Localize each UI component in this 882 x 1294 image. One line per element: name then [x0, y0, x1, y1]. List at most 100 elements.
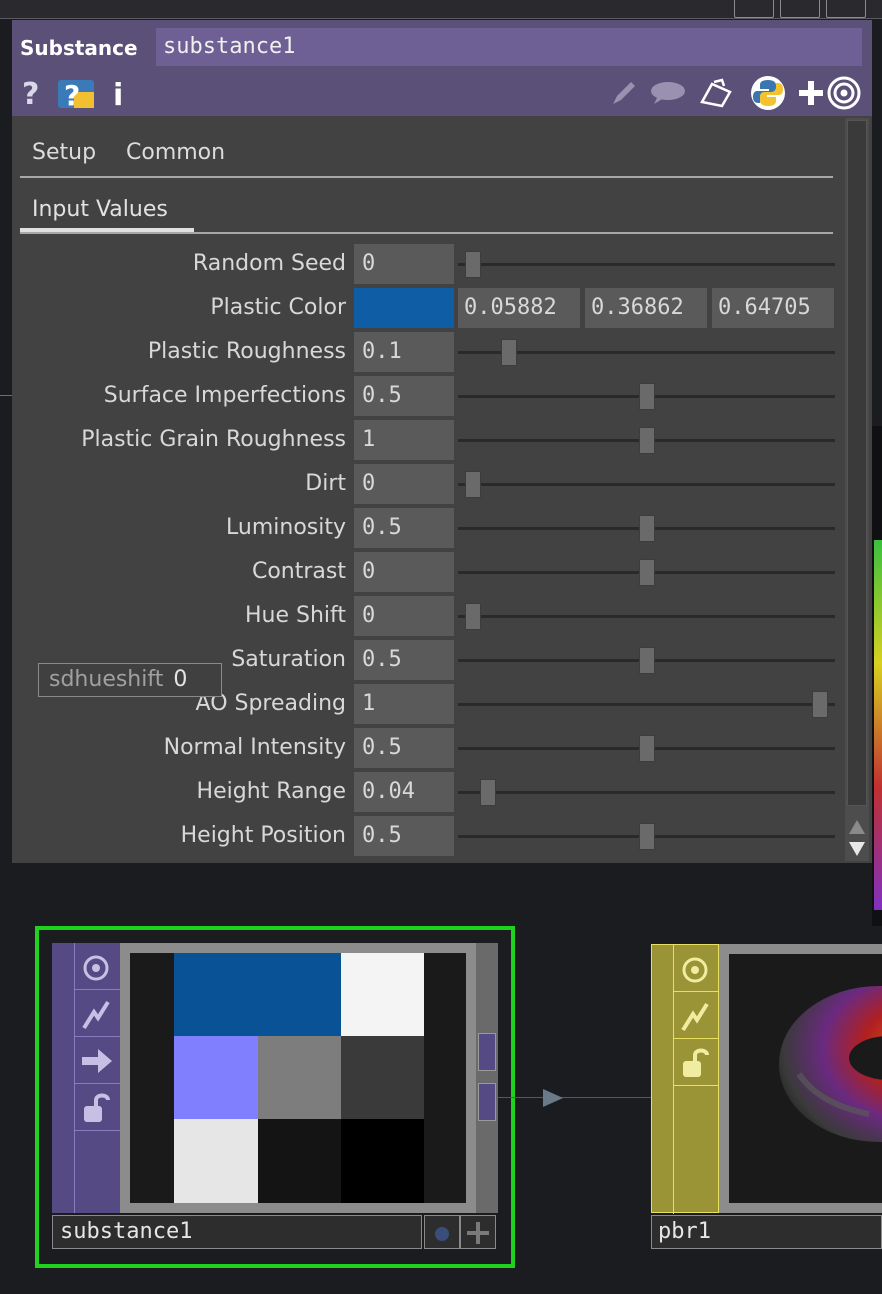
param-value-field[interactable]: 1	[354, 420, 454, 460]
color-b-field[interactable]: 0.64705	[712, 288, 834, 328]
param-slider-track[interactable]	[458, 703, 835, 706]
parameter-panel: Substance substance1 ? ? i Setup Common …	[12, 20, 872, 863]
param-value-field[interactable]: 0	[354, 552, 454, 592]
python-icon[interactable]	[750, 76, 786, 110]
param-slider-handle[interactable]	[465, 251, 482, 278]
node-name-label[interactable]: pbr1	[651, 1215, 882, 1249]
param-label: Random Seed	[192, 251, 346, 276]
param-slider-handle[interactable]	[501, 339, 518, 366]
operator-name-field[interactable]: substance1	[156, 28, 862, 66]
node-name-label[interactable]: substance1	[52, 1215, 422, 1249]
comment-icon[interactable]	[648, 76, 688, 110]
param-row-contrast: Contrast 0	[12, 552, 842, 592]
tab-common[interactable]: Common	[126, 140, 225, 165]
scrollbar-thumb[interactable]	[847, 120, 867, 806]
param-slider-handle[interactable]	[638, 559, 655, 586]
pane-button[interactable]	[734, 0, 774, 18]
param-row-plastic-roughness: Plastic Roughness 0.1	[12, 332, 842, 372]
dropdown-button[interactable]	[826, 0, 866, 18]
tab-input-values-label: Input Values	[32, 197, 168, 222]
substance-node[interactable]	[52, 943, 498, 1213]
node-input-connector[interactable]	[478, 1033, 496, 1071]
param-slider-track[interactable]	[458, 791, 835, 794]
arrow-right-icon	[82, 1049, 112, 1073]
tab-input-values[interactable]: Input Values	[20, 192, 194, 232]
param-value-field[interactable]: 0	[354, 596, 454, 636]
maximize-button[interactable]	[780, 0, 820, 18]
parameter-scrollbar[interactable]	[845, 118, 869, 861]
lightning-icon	[82, 1000, 110, 1030]
svg-text:i: i	[113, 78, 123, 110]
plus-icon[interactable]	[796, 76, 826, 110]
info-icon[interactable]: i	[110, 76, 130, 110]
pbr-node[interactable]	[651, 944, 882, 1214]
tooltip-param-name: sdhueshift	[49, 667, 164, 692]
preview-tile-black2	[341, 1119, 424, 1203]
param-value-field[interactable]: 0.04	[354, 772, 454, 812]
param-slider-track[interactable]	[458, 615, 835, 618]
lock-flag[interactable]	[673, 1039, 719, 1086]
color-g-field[interactable]: 0.36862	[585, 288, 707, 328]
param-value-field[interactable]: 0.5	[354, 728, 454, 768]
color-r-field[interactable]: 0.05882	[458, 288, 580, 328]
param-slider-handle[interactable]	[638, 823, 655, 850]
param-value-field[interactable]: 0	[354, 464, 454, 504]
scroll-up-arrow-icon[interactable]	[849, 820, 865, 834]
sub-tabs: Input Values	[20, 192, 833, 234]
param-row-dirt: Dirt 0	[12, 464, 842, 504]
preview-tile-dark	[341, 1036, 424, 1119]
param-value-field[interactable]: 0.5	[354, 640, 454, 680]
viewer-flag[interactable]	[74, 943, 120, 990]
svg-text:?: ?	[64, 79, 80, 110]
viewer-flag[interactable]	[673, 945, 719, 992]
export-flag[interactable]	[74, 1037, 120, 1084]
lock-flag[interactable]	[74, 1084, 120, 1131]
color-swatch[interactable]	[354, 288, 454, 328]
param-row-hue-shift: Hue Shift 0	[12, 596, 842, 636]
node-add-flag[interactable]	[460, 1215, 496, 1249]
clipboard-icon[interactable]	[696, 76, 736, 110]
node-preview	[130, 953, 466, 1203]
python-help-icon[interactable]: ?	[56, 76, 96, 110]
scroll-down-arrow-icon[interactable]	[849, 842, 865, 856]
param-slider-handle[interactable]	[811, 691, 828, 718]
param-value-field[interactable]: 1	[354, 684, 454, 724]
node-preview	[729, 954, 882, 1203]
param-slider-handle[interactable]	[638, 383, 655, 410]
viewer-target-icon[interactable]	[826, 76, 862, 110]
param-row-plastic-grain-roughness: Plastic Grain Roughness 1	[12, 420, 842, 460]
param-slider-track[interactable]	[458, 483, 835, 486]
param-row-height-range: Height Range 0.04	[12, 772, 842, 812]
param-value-field[interactable]: 0.1	[354, 332, 454, 372]
param-slider-handle[interactable]	[638, 515, 655, 542]
param-slider-handle[interactable]	[465, 603, 482, 630]
param-value-field[interactable]: 0	[354, 244, 454, 284]
param-slider-handle[interactable]	[638, 427, 655, 454]
cook-flag[interactable]	[673, 992, 719, 1039]
param-label: Surface Imperfections	[103, 383, 346, 408]
tab-setup[interactable]: Setup	[32, 140, 96, 165]
preview-tile-basecolor	[174, 953, 341, 1036]
param-value-field[interactable]: 0.5	[354, 376, 454, 416]
preview-tile-normal	[174, 1036, 258, 1119]
param-value-field[interactable]: 0.5	[354, 508, 454, 548]
param-slider-handle[interactable]	[638, 647, 655, 674]
param-value-field[interactable]: 0.5	[354, 816, 454, 856]
preview-tile-gray	[258, 1036, 341, 1119]
node-bypass-flag[interactable]	[424, 1215, 460, 1249]
node-output-connector[interactable]	[478, 1083, 496, 1121]
pencil-icon[interactable]	[609, 76, 639, 110]
svg-text:?: ?	[22, 77, 39, 110]
divider	[0, 395, 12, 396]
operator-type-label: Substance	[20, 36, 138, 60]
cook-flag[interactable]	[74, 990, 120, 1037]
help-icon[interactable]: ?	[20, 76, 44, 110]
param-slider-handle[interactable]	[638, 735, 655, 762]
node-output-bar	[476, 943, 498, 1213]
param-label: Hue Shift	[244, 603, 346, 628]
preview-tile-black	[258, 1119, 341, 1203]
param-slider-track[interactable]	[458, 263, 835, 266]
param-slider-handle[interactable]	[479, 779, 496, 806]
plus-icon	[467, 1222, 489, 1244]
param-slider-handle[interactable]	[465, 471, 482, 498]
